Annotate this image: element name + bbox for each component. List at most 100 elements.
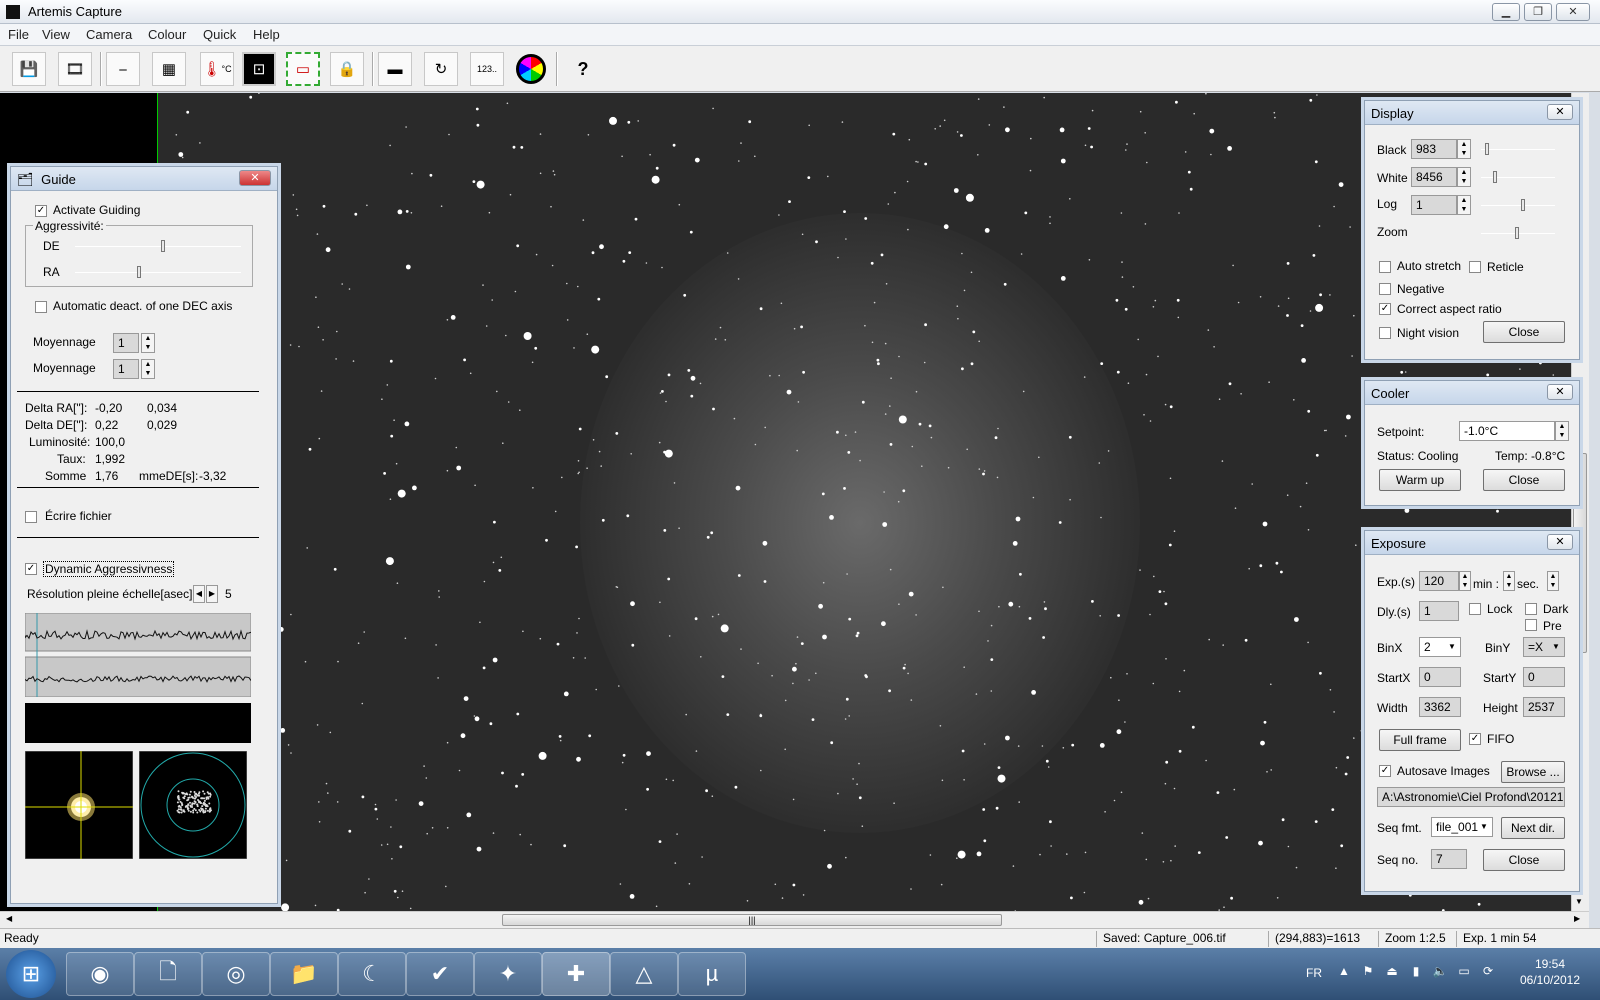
close-window-button[interactable]: ✕ — [1556, 3, 1590, 21]
power-tray-icon[interactable]: ▭ — [1456, 964, 1472, 980]
minimize-button[interactable]: ▁ — [1492, 3, 1520, 21]
subframe-icon[interactable]: ▭ — [286, 52, 320, 86]
activate-guiding-checkbox[interactable]: ✓ — [35, 205, 47, 217]
telescope-icon[interactable]: ⎯ — [106, 52, 140, 86]
cooler-close-x-button[interactable]: ✕ — [1547, 384, 1573, 400]
width-field[interactable]: 3362 — [1419, 697, 1461, 717]
thermometer-icon[interactable]: 🌡 °C — [200, 52, 234, 86]
display-close-x-button[interactable]: ✕ — [1547, 104, 1573, 120]
resolution-decrease[interactable]: ◀ — [193, 585, 205, 603]
seq-no-field[interactable]: 7 — [1431, 849, 1467, 869]
help-icon[interactable]: ? — [566, 52, 600, 86]
tray-expand-icon[interactable]: ▲ — [1336, 964, 1352, 980]
full-frame-button[interactable]: Full frame — [1379, 729, 1461, 751]
starty-field[interactable]: 0 — [1523, 667, 1565, 687]
next-dir-button[interactable]: Next dir. — [1501, 817, 1565, 839]
fifo-checkbox[interactable]: ✓ — [1469, 733, 1481, 745]
exp-field[interactable]: 120 — [1419, 571, 1459, 591]
menu-file[interactable]: File — [8, 27, 29, 42]
colour-wheel-icon[interactable] — [514, 52, 548, 86]
film-icon[interactable]: 🎞 — [58, 52, 92, 86]
zoom-slider[interactable] — [1481, 227, 1555, 239]
stellarium-taskbar-icon[interactable]: ☾ — [338, 952, 406, 996]
document-taskbar-icon[interactable]: 🗋 — [134, 952, 202, 996]
log-spinner[interactable]: ▲ ▼ — [1457, 195, 1471, 215]
exp-sec-spinner[interactable]: ▲ ▼ — [1547, 571, 1559, 591]
exp-min-spinner[interactable]: ▲ ▼ — [1503, 571, 1515, 591]
ra-slider[interactable] — [75, 266, 241, 278]
black-slider[interactable] — [1481, 143, 1555, 155]
menu-quick[interactable]: Quick — [203, 27, 236, 42]
dynamic-aggressivness-checkbox[interactable]: ✓ — [25, 563, 37, 575]
ecrire-fichier-checkbox[interactable] — [25, 511, 37, 523]
dly-field[interactable]: 1 — [1419, 601, 1459, 621]
white-field[interactable]: 8456 — [1411, 167, 1457, 187]
resolution-increase[interactable]: ▶ — [206, 585, 218, 603]
horizontal-scroll-thumb[interactable]: ||| — [502, 914, 1002, 926]
browse-button[interactable]: Browse ... — [1501, 761, 1565, 783]
negative-checkbox[interactable] — [1379, 283, 1391, 295]
app-taskbar-icon[interactable]: ◎ — [202, 952, 270, 996]
maximize-button[interactable]: ❐ — [1524, 3, 1552, 21]
utorrent-taskbar-icon[interactable]: µ — [678, 952, 746, 996]
moyennage-2-spinner[interactable]: ▲ ▼ — [141, 359, 155, 379]
lock-icon[interactable]: 🔒 — [330, 52, 364, 86]
system-clock[interactable]: 19:54 06/10/2012 — [1512, 956, 1588, 988]
single-capture-icon[interactable]: ▬ — [378, 52, 412, 86]
setpoint-field[interactable]: -1.0°C — [1459, 421, 1555, 441]
log-field[interactable]: 1 — [1411, 195, 1457, 215]
auto-deact-checkbox[interactable] — [35, 301, 47, 313]
menu-view[interactable]: View — [42, 27, 70, 42]
moyennage-2-field[interactable]: 1 — [113, 359, 139, 379]
warm-up-button[interactable]: Warm up — [1379, 469, 1461, 491]
folder-taskbar-icon[interactable]: 📁 — [270, 952, 338, 996]
start-button-icon[interactable]: ⊞ — [6, 950, 56, 998]
loop-capture-icon[interactable]: ↻ — [424, 52, 458, 86]
log-slider[interactable] — [1481, 199, 1555, 211]
backyard-taskbar-icon[interactable]: ✔ — [406, 952, 474, 996]
cooler-close-button[interactable]: Close — [1483, 469, 1565, 491]
save-path-field[interactable]: A:\Astronomie\Ciel Profond\20121 — [1377, 787, 1565, 807]
menu-camera[interactable]: Camera — [86, 27, 132, 42]
seq-fmt-select[interactable]: file_001 ▼ — [1431, 817, 1493, 837]
device-tray-icon[interactable]: ⏏ — [1384, 964, 1400, 980]
save-icon[interactable]: 💾 — [12, 52, 46, 86]
night-vision-checkbox[interactable] — [1379, 327, 1391, 339]
planetarium-taskbar-icon[interactable]: △ — [610, 952, 678, 996]
de-slider[interactable] — [75, 240, 241, 252]
startx-field[interactable]: 0 — [1419, 667, 1461, 687]
moyennage-1-spinner[interactable]: ▲ ▼ — [141, 333, 155, 353]
artemis-taskbar-icon[interactable]: ✚ — [542, 952, 610, 996]
flag-tray-icon[interactable]: ⚑ — [1360, 964, 1376, 980]
dark-checkbox[interactable] — [1525, 603, 1537, 615]
starfield-taskbar-icon[interactable]: ✦ — [474, 952, 542, 996]
grid-icon[interactable]: ▦ — [152, 52, 186, 86]
language-indicator[interactable]: FR — [1306, 966, 1322, 980]
binx-select[interactable]: 2 ▼ — [1419, 637, 1461, 657]
display-close-button[interactable]: Close — [1483, 321, 1565, 343]
white-slider[interactable] — [1481, 171, 1555, 183]
exposure-close-x-button[interactable]: ✕ — [1547, 534, 1573, 550]
menu-colour[interactable]: Colour — [148, 27, 186, 42]
correct-aspect-checkbox[interactable]: ✓ — [1379, 303, 1391, 315]
chrome-taskbar-icon[interactable]: ◉ — [66, 952, 134, 996]
moyennage-1-field[interactable]: 1 — [113, 333, 139, 353]
setpoint-spinner[interactable]: ▲ ▼ — [1555, 421, 1569, 441]
black-field[interactable]: 983 — [1411, 139, 1457, 159]
auto-stretch-checkbox[interactable] — [1379, 261, 1391, 273]
pre-checkbox[interactable] — [1525, 619, 1537, 631]
autosave-checkbox[interactable]: ✓ — [1379, 765, 1391, 777]
horizontal-scrollbar[interactable]: ◀ ||| ▶ — [0, 911, 1589, 928]
lock-checkbox[interactable] — [1469, 603, 1481, 615]
exposure-close-button[interactable]: Close — [1483, 849, 1565, 871]
network-tray-icon[interactable]: ▮ — [1408, 964, 1424, 980]
sync-tray-icon[interactable]: ⟳ — [1480, 964, 1496, 980]
black-spinner[interactable]: ▲ ▼ — [1457, 139, 1471, 159]
exp-spinner[interactable]: ▲ ▼ — [1459, 571, 1471, 591]
reticle-checkbox[interactable] — [1469, 261, 1481, 273]
volume-tray-icon[interactable]: 🔈 — [1432, 964, 1448, 980]
guide-close-button[interactable]: ✕ — [239, 170, 271, 186]
white-spinner[interactable]: ▲ ▼ — [1457, 167, 1471, 187]
sequence-capture-icon[interactable]: 123.. — [470, 52, 504, 86]
biny-select[interactable]: =X ▼ — [1523, 637, 1565, 657]
